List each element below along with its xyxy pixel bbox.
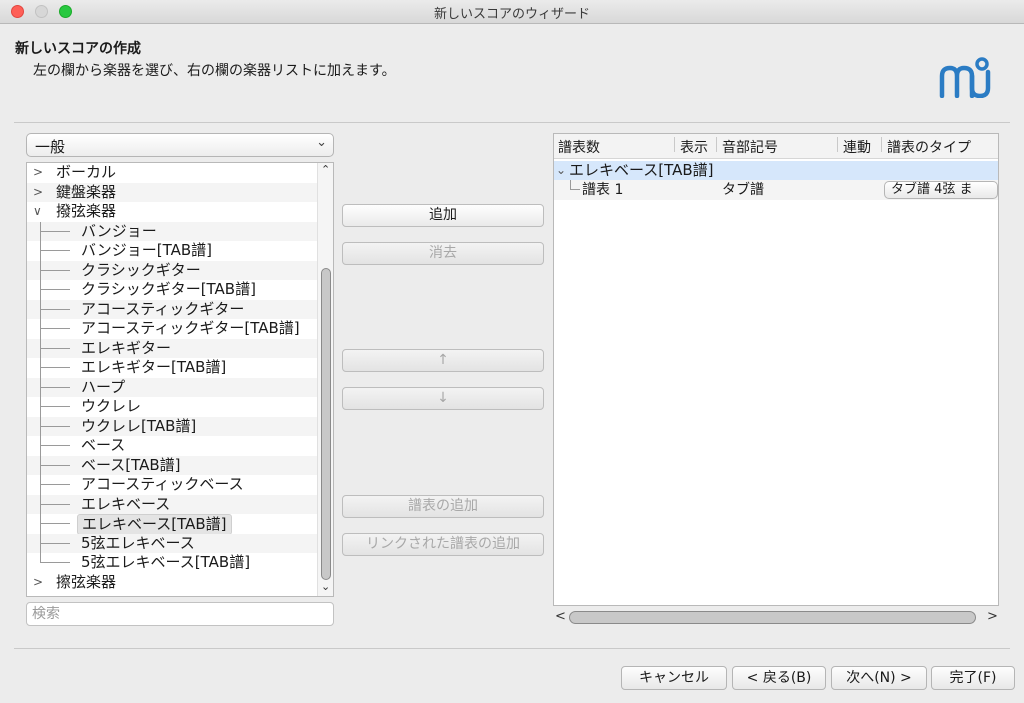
tree-item[interactable]: ウクレレ[TAB譜] (27, 416, 317, 436)
tree-item[interactable]: エレキギター (27, 338, 317, 358)
score-scroll-thumb[interactable] (569, 611, 976, 624)
scroll-up-arrow-icon[interactable]: ⌃ (321, 163, 330, 176)
tree-item-label: エレキギター (81, 338, 172, 357)
staff-type-value: タブ譜 4弦 ま (891, 182, 973, 197)
column-header-staff-type[interactable]: 譜表のタイプ (887, 137, 971, 157)
staff-name: 譜表 1 (582, 182, 624, 198)
instrument-search-input[interactable] (26, 602, 334, 626)
tree-item-label: バンジョー[TAB譜] (81, 241, 213, 259)
instrument-tree[interactable]: > ボーカル > 鍵盤楽器 ∨ 撥弦楽器 バンジョー バンジョー[TAB譜] クラシックギターク… (26, 162, 334, 597)
tree-group-bowed-strings[interactable]: > 擦弦楽器 (27, 573, 317, 593)
chevron-down-icon: ⌄ (316, 135, 327, 150)
tree-item[interactable]: ハープ (27, 377, 317, 397)
tree-item[interactable]: アコースティックベース (27, 475, 317, 495)
tree-group-vocals[interactable]: > ボーカル (27, 163, 317, 183)
column-header-clef[interactable]: 音部記号 (722, 137, 778, 157)
tree-item[interactable]: ウクレレ (27, 397, 317, 417)
tree-item[interactable]: アコースティックギター[TAB譜] (27, 319, 317, 339)
tree-item[interactable]: バンジョー[TAB譜] (27, 241, 317, 261)
title-bar: 新しいスコアのウィザード (0, 0, 1024, 24)
add-staff-button[interactable]: 譜表の追加 (342, 495, 544, 518)
tree-item-label: エレキベース (81, 494, 171, 513)
staff-clef[interactable]: タブ譜 (722, 180, 764, 200)
tree-vertical-scrollbar[interactable]: ⌃ ⌄ (317, 163, 333, 596)
footer-divider (14, 648, 1010, 649)
tree-item-label: 5弦エレキベース[TAB譜] (81, 553, 251, 571)
back-button[interactable]: < 戻る(B) (732, 666, 826, 690)
score-instrument-row[interactable]: ⌄ エレキベース[TAB譜] (554, 161, 998, 180)
chevron-right-icon[interactable]: > (33, 573, 43, 592)
add-linked-staff-button[interactable]: リンクされた譜表の追加 (342, 533, 544, 556)
header-divider (14, 122, 1010, 123)
tree-item[interactable]: エレキギター[TAB譜] (27, 358, 317, 378)
tree-item-label: ハープ (81, 377, 126, 396)
column-header-staves[interactable]: 譜表数 (558, 137, 600, 157)
tree-item-label: エレキベース[TAB譜] (77, 514, 232, 535)
score-table-header: 譜表数 表示 音部記号 連動 譜表のタイプ (554, 134, 998, 159)
tree-item[interactable]: ベース[TAB譜] (27, 455, 317, 475)
tree-item-label: 擦弦楽器 (56, 572, 117, 591)
tree-item-label: クラシックギター[TAB譜] (81, 280, 256, 298)
instrument-name: エレキベース[TAB譜] (569, 161, 714, 179)
finish-button[interactable]: 完了(F) (931, 666, 1015, 690)
tree-item-selected[interactable]: エレキベース[TAB譜] (27, 514, 317, 535)
add-button[interactable]: 追加 (342, 204, 544, 227)
score-instrument-list[interactable]: 譜表数 表示 音部記号 連動 譜表のタイプ ⌄ エレキベース[TAB譜] 譜表 … (553, 133, 999, 606)
tree-item-label: ベース (81, 436, 126, 454)
tree-item[interactable]: クラシックギター (27, 260, 317, 280)
tree-item-label: ベース[TAB譜] (81, 455, 181, 474)
remove-button[interactable]: 消去 (342, 242, 544, 265)
page-title: 新しいスコアの作成 (15, 41, 141, 57)
scroll-right-arrow-icon[interactable]: > (987, 609, 998, 624)
next-button[interactable]: 次へ(N) > (831, 666, 927, 690)
tree-scroll-thumb[interactable] (321, 268, 331, 580)
category-select-value: 一般 (35, 138, 66, 156)
tree-group-keyboards[interactable]: > 鍵盤楽器 (27, 182, 317, 202)
page-description: 左の欄から楽器を選び、右の欄の楽器リストに加えます。 (33, 63, 396, 79)
tree-item[interactable]: 5弦エレキベース[TAB譜] (27, 553, 317, 573)
tree-item-label: アコースティックギター[TAB譜] (81, 319, 300, 337)
tree-item-label: バンジョー (81, 221, 157, 240)
tree-item-label: アコースティックベース (81, 475, 244, 493)
tree-item-label: ウクレレ[TAB譜] (81, 416, 197, 435)
staff-row[interactable]: 譜表 1 タブ譜 タブ譜 4弦 ま (554, 180, 998, 200)
tree-item-label: 5弦エレキベース (81, 533, 195, 552)
tree-item[interactable]: クラシックギター[TAB譜] (27, 280, 317, 300)
tree-item-label: ボーカル (56, 163, 117, 181)
tree-item[interactable]: バンジョー (27, 221, 317, 241)
scroll-down-arrow-icon[interactable]: ⌄ (321, 580, 330, 593)
tree-item[interactable]: 5弦エレキベース (27, 533, 317, 553)
window-title: 新しいスコアのウィザード (433, 7, 590, 22)
tree-item-label: 撥弦楽器 (56, 202, 117, 220)
move-down-button[interactable]: ↓ (342, 387, 544, 410)
tree-item[interactable]: ベース (27, 436, 317, 456)
tree-item-label: クラシックギター (81, 260, 201, 279)
musescore-logo (939, 57, 991, 98)
cancel-button[interactable]: キャンセル (621, 666, 727, 690)
score-horizontal-scrollbar[interactable]: < > (553, 608, 999, 628)
move-up-button[interactable]: ↑ (342, 349, 544, 372)
column-header-visible[interactable]: 表示 (680, 137, 708, 157)
staff-type-select[interactable]: タブ譜 4弦 ま (884, 181, 998, 199)
tree-item-label: アコースティックギター (81, 299, 245, 318)
tree-item-label: 鍵盤楽器 (56, 182, 117, 201)
tree-guide-line (40, 221, 41, 563)
column-header-linked[interactable]: 連動 (843, 137, 871, 157)
scroll-left-arrow-icon[interactable]: < (555, 609, 566, 624)
chevron-down-icon[interactable]: ⌄ (556, 161, 566, 180)
chevron-right-icon[interactable]: > (33, 183, 43, 202)
tree-item-label: ウクレレ (81, 397, 142, 415)
tree-group-plucked-strings[interactable]: ∨ 撥弦楽器 (27, 202, 317, 222)
tree-item[interactable]: アコースティックギター (27, 299, 317, 319)
chevron-right-icon[interactable]: > (33, 163, 43, 182)
tree-item[interactable]: エレキベース (27, 494, 317, 514)
chevron-down-icon[interactable]: ∨ (33, 202, 42, 221)
tree-item-label: エレキギター[TAB譜] (81, 358, 227, 376)
instrument-category-select[interactable]: 一般 ⌄ (26, 133, 334, 157)
